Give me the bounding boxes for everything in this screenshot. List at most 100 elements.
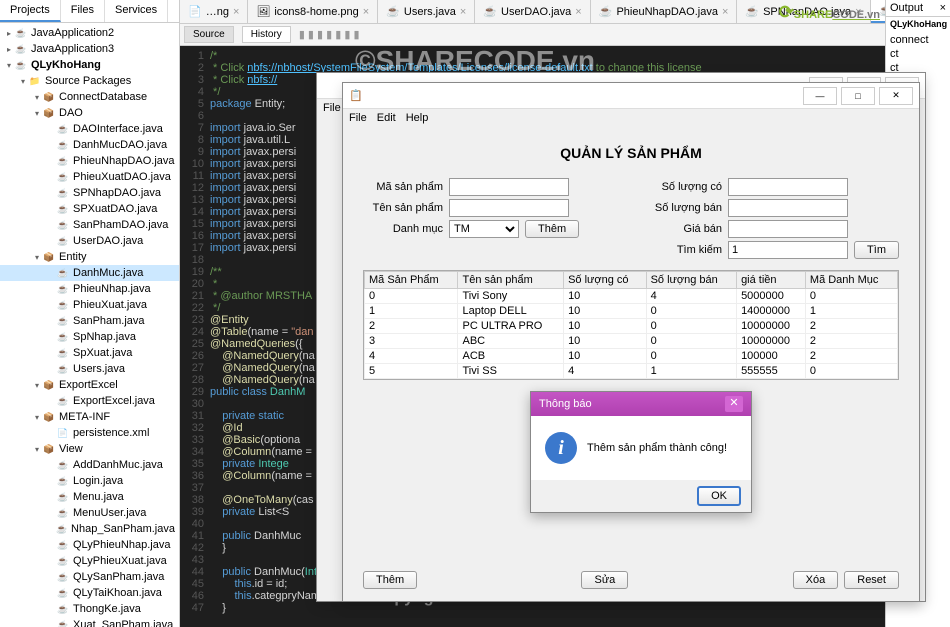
tree-item[interactable]: ▸☕JavaApplication3 bbox=[0, 41, 179, 57]
xoa-button[interactable]: Xóa bbox=[793, 571, 839, 589]
close-icon[interactable]: × bbox=[233, 6, 239, 18]
tree-item[interactable]: ☕UserDAO.java bbox=[0, 233, 179, 249]
tree-item[interactable]: ▾📦DAO bbox=[0, 105, 179, 121]
select-danh-muc[interactable]: TM bbox=[449, 220, 519, 238]
input-so-luong-ban[interactable] bbox=[728, 199, 848, 217]
history-btn[interactable]: History bbox=[242, 26, 291, 43]
label-gia: Giá bán bbox=[642, 223, 722, 235]
tree-item[interactable]: ☕DanhMucDAO.java bbox=[0, 137, 179, 153]
output-project: QLyKhoHang bbox=[886, 17, 950, 31]
editor-tab[interactable]: 🖼icons8-home.png× bbox=[248, 0, 378, 23]
tree-item[interactable]: ☕Menu.java bbox=[0, 489, 179, 505]
table-header[interactable]: Mã Danh Mục bbox=[805, 272, 897, 289]
table-header[interactable]: Tên sản phẩm bbox=[458, 272, 564, 289]
close-icon[interactable]: × bbox=[722, 6, 728, 18]
sua-button[interactable]: Sửa bbox=[581, 571, 628, 589]
tree-item[interactable]: ☕SPNhapDAO.java bbox=[0, 185, 179, 201]
editor-tab[interactable]: ☕Users.java× bbox=[378, 0, 475, 23]
tim-button[interactable]: Tìm bbox=[854, 241, 899, 259]
tree-item[interactable]: ☕Xuat_SanPham.java bbox=[0, 617, 179, 627]
them-dm-button[interactable]: Thêm bbox=[525, 220, 579, 238]
close-icon[interactable]: ✕ bbox=[879, 87, 913, 105]
tree-item[interactable]: ▸☕JavaApplication2 bbox=[0, 25, 179, 41]
editor-tab[interactable]: ☕UserDAO.java× bbox=[475, 0, 590, 23]
source-btn[interactable]: Source bbox=[184, 26, 234, 43]
tab-services[interactable]: Services bbox=[105, 0, 168, 22]
table-row[interactable]: 4ACB1001000002 bbox=[365, 349, 898, 364]
menu-help[interactable]: Help bbox=[406, 112, 429, 124]
editor-tab[interactable]: 📄…ng× bbox=[180, 0, 248, 23]
close-icon[interactable]: × bbox=[363, 6, 369, 18]
input-gia-ban[interactable] bbox=[728, 220, 848, 238]
tree-item[interactable]: ☕AddDanhMuc.java bbox=[0, 457, 179, 473]
tree-item[interactable]: ☕SpXuat.java bbox=[0, 345, 179, 361]
sharecode-logo: ⟳SHARECODE.vn bbox=[779, 2, 880, 23]
tree-item[interactable]: ☕QLySanPham.java bbox=[0, 569, 179, 585]
tree-item[interactable]: ☕Nhap_SanPham.java bbox=[0, 521, 179, 537]
close-icon[interactable]: × bbox=[940, 2, 946, 14]
them-button[interactable]: Thêm bbox=[363, 571, 417, 589]
project-sidebar: Projects Files Services ▸☕JavaApplicatio… bbox=[0, 0, 180, 627]
input-so-luong-co[interactable] bbox=[728, 178, 848, 196]
table-header[interactable]: Mã Sản Phẩm bbox=[365, 272, 458, 289]
tree-item[interactable]: 📄persistence.xml bbox=[0, 425, 179, 441]
tree-item[interactable]: ▾📁Source Packages bbox=[0, 73, 179, 89]
tree-item[interactable]: ▾📦Entity bbox=[0, 249, 179, 265]
table-row[interactable]: 1Laptop DELL100140000001 bbox=[365, 304, 898, 319]
tab-files[interactable]: Files bbox=[61, 0, 105, 22]
close-icon[interactable]: ✕ bbox=[725, 396, 743, 412]
menu-edit[interactable]: Edit bbox=[377, 112, 396, 124]
maximize-icon[interactable]: □ bbox=[841, 87, 875, 105]
tree-item[interactable]: ☕SanPhamDAO.java bbox=[0, 217, 179, 233]
label-slc: Số lượng có bbox=[642, 181, 722, 193]
tree-item[interactable]: ☕PhieuNhapDAO.java bbox=[0, 153, 179, 169]
minimize-icon[interactable]: — bbox=[803, 87, 837, 105]
table-header[interactable]: giá tiền bbox=[737, 272, 806, 289]
tree-item[interactable]: ☕SpNhap.java bbox=[0, 329, 179, 345]
tree-item[interactable]: ☕QLyTaiKhoan.java bbox=[0, 585, 179, 601]
ok-button[interactable]: OK bbox=[697, 486, 741, 506]
product-table[interactable]: Mã Sản PhẩmTên sản phẩmSố lượng cóSố lượ… bbox=[363, 270, 899, 380]
input-tim-kiem[interactable] bbox=[728, 241, 848, 259]
tree-item[interactable]: ▾📦META-INF bbox=[0, 409, 179, 425]
tree-item[interactable]: ☕DAOInterface.java bbox=[0, 121, 179, 137]
table-header[interactable]: Số lượng có bbox=[564, 272, 647, 289]
source-toolbar: Source History ▮ ▮ ▮ ▮ ▮ ▮ ▮ bbox=[180, 24, 950, 46]
tree-item[interactable]: ☕DanhMuc.java bbox=[0, 265, 179, 281]
tree-item[interactable]: ▾📦ConnectDatabase bbox=[0, 89, 179, 105]
table-row[interactable]: 3ABC100100000002 bbox=[365, 334, 898, 349]
table-row[interactable]: 5Tivi SS415555550 bbox=[365, 364, 898, 379]
tab-projects[interactable]: Projects bbox=[0, 0, 61, 22]
tree-item[interactable]: ☕ExportExcel.java bbox=[0, 393, 179, 409]
dialog-title: QUẢN LÝ SẢN PHẨM bbox=[363, 145, 899, 161]
reset-button[interactable]: Reset bbox=[844, 571, 899, 589]
tree-item[interactable]: ☕QLyPhieuNhap.java bbox=[0, 537, 179, 553]
dialog-menubar: File Edit Help bbox=[343, 109, 919, 127]
tree-item[interactable]: ☕PhieuXuatDAO.java bbox=[0, 169, 179, 185]
menu-file[interactable]: File bbox=[349, 112, 367, 124]
table-row[interactable]: 2PC ULTRA PRO100100000002 bbox=[365, 319, 898, 334]
editor-tab[interactable]: ☕PhieuNhapDAO.java× bbox=[591, 0, 738, 23]
input-ma-san-pham[interactable] bbox=[449, 178, 569, 196]
tree-item[interactable]: ☕MenuUser.java bbox=[0, 505, 179, 521]
tree-item[interactable]: ☕SanPham.java bbox=[0, 313, 179, 329]
tree-item[interactable]: ☕Users.java bbox=[0, 361, 179, 377]
project-tree[interactable]: ▸☕JavaApplication2▸☕JavaApplication3▾☕QL… bbox=[0, 23, 179, 627]
close-icon[interactable]: × bbox=[460, 6, 466, 18]
menu-file[interactable]: File bbox=[323, 102, 341, 114]
tree-item[interactable]: ▾📦View bbox=[0, 441, 179, 457]
tree-item[interactable]: ☕QLyPhieuXuat.java bbox=[0, 553, 179, 569]
tree-item[interactable]: ☕SPXuatDAO.java bbox=[0, 201, 179, 217]
tree-item[interactable]: ▾📦ExportExcel bbox=[0, 377, 179, 393]
tree-item[interactable]: ▾☕QLyKhoHang bbox=[0, 57, 179, 73]
table-header[interactable]: Số lượng bán bbox=[646, 272, 737, 289]
message-box: Thông báo ✕ i Thêm sản phẩm thành công! … bbox=[530, 391, 752, 513]
table-row[interactable]: 0Tivi Sony10450000000 bbox=[365, 289, 898, 304]
input-ten-san-pham[interactable] bbox=[449, 199, 569, 217]
close-icon[interactable]: × bbox=[575, 6, 581, 18]
tree-item[interactable]: ☕PhieuNhap.java bbox=[0, 281, 179, 297]
tree-item[interactable]: ☕Login.java bbox=[0, 473, 179, 489]
tree-item[interactable]: ☕ThongKe.java bbox=[0, 601, 179, 617]
dialog-titlebar[interactable]: 📋 — □ ✕ bbox=[343, 83, 919, 109]
tree-item[interactable]: ☕PhieuXuat.java bbox=[0, 297, 179, 313]
